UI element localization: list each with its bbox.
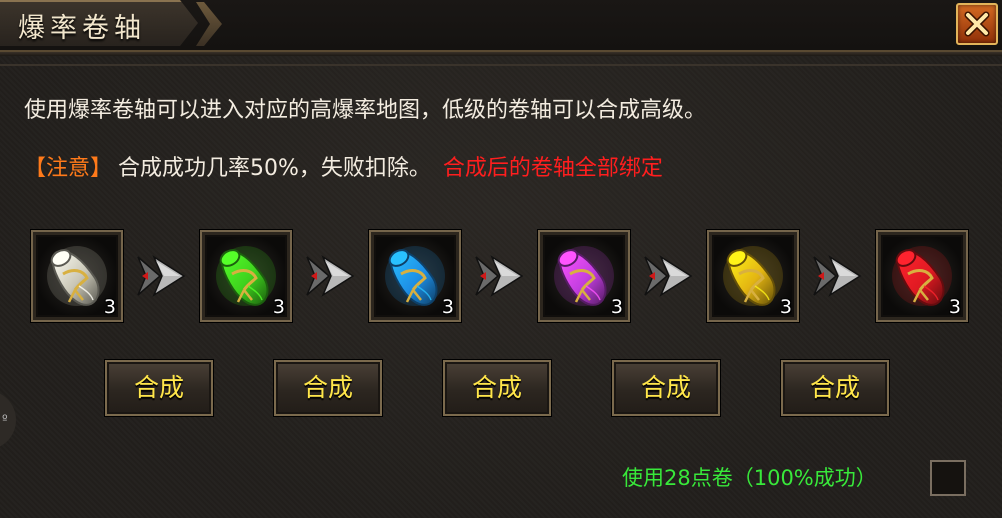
scroll-quantity: 3 — [103, 296, 116, 318]
scroll-slot-white-scroll[interactable]: 3 — [31, 230, 123, 322]
arrow-right-icon — [643, 255, 693, 301]
arrow-right-icon — [474, 255, 524, 301]
frame-divider — [0, 64, 1002, 66]
scroll-panel: 爆率卷轴 º 使用爆率卷轴可以进入对应的高爆率地图，低级的卷轴可以合成高级。 【… — [0, 0, 1002, 518]
scroll-quantity: 3 — [610, 296, 623, 318]
bind-warning: 合成后的卷轴全部绑定 — [442, 156, 663, 181]
window-title: 爆率卷轴 — [18, 13, 146, 44]
scroll-quantity: 3 — [441, 296, 454, 318]
side-tab[interactable]: º — [0, 390, 16, 450]
scroll-slot-gold-scroll[interactable]: 3 — [707, 230, 799, 322]
notice-line: 【注意】 合成成功几率50%，失败扣除。 合成后的卷轴全部绑定 — [24, 150, 663, 182]
side-tab-glyph: º — [2, 412, 8, 426]
description-text: 使用爆率卷轴可以进入对应的高爆率地图，低级的卷轴可以合成高级。 — [24, 98, 707, 123]
combine-button[interactable]: 合成 — [105, 360, 213, 416]
combine-button[interactable]: 合成 — [612, 360, 720, 416]
use-points-checkbox[interactable] — [930, 460, 966, 496]
combine-button[interactable]: 合成 — [274, 360, 382, 416]
scroll-slot-green-scroll[interactable]: 3 — [200, 230, 292, 322]
arrow-right-icon — [305, 255, 355, 301]
notice-tag: 【注意】 — [24, 156, 113, 181]
scroll-slot-red-scroll[interactable]: 3 — [876, 230, 968, 322]
use-points-label: 使用28点卷（100%成功） — [622, 466, 877, 490]
combine-button[interactable]: 合成 — [443, 360, 551, 416]
scroll-quantity: 3 — [272, 296, 285, 318]
arrow-right-icon — [136, 255, 186, 301]
close-button[interactable] — [956, 3, 998, 45]
scroll-quantity: 3 — [948, 296, 961, 318]
notice-text: 合成成功几率50%，失败扣除。 — [118, 156, 431, 181]
scroll-slot-blue-scroll[interactable]: 3 — [369, 230, 461, 322]
close-icon — [964, 11, 990, 37]
arrow-right-icon — [812, 255, 862, 301]
scroll-quantity: 3 — [779, 296, 792, 318]
scroll-slot-purple-scroll[interactable]: 3 — [538, 230, 630, 322]
combine-button[interactable]: 合成 — [781, 360, 889, 416]
